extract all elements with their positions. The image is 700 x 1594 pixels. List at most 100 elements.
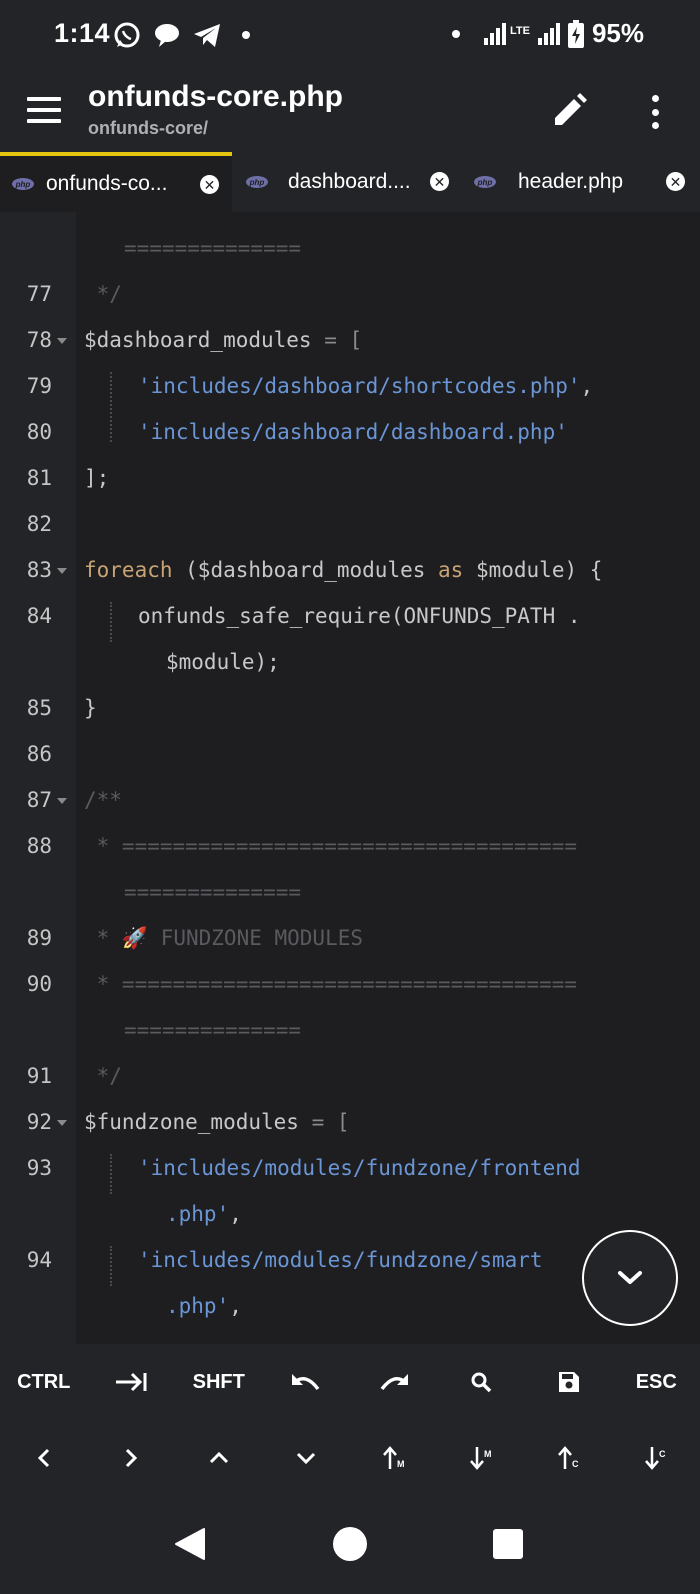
code-line: } — [84, 696, 97, 720]
code-line: .php', — [166, 1294, 242, 1318]
code-line: ============== — [124, 1018, 302, 1042]
tab-key[interactable] — [88, 1362, 176, 1402]
save-icon — [558, 1372, 579, 1392]
chevron-down-icon — [618, 1271, 642, 1284]
close-icon[interactable]: ✕ — [430, 172, 449, 191]
code-line: .php', — [166, 1202, 242, 1226]
move-up-c-key[interactable]: C — [525, 1438, 613, 1478]
tab-header[interactable]: php header.php ✕ — [462, 152, 700, 212]
code-line: ============== — [124, 236, 302, 260]
chat-icon — [155, 24, 179, 47]
status-bar: 1:14 LTE 95% — [0, 0, 700, 70]
tab-label: header.php — [518, 170, 624, 193]
code-line: foreach ($dashboard_modules as $module) … — [84, 558, 603, 582]
shift-key[interactable]: SHFT — [175, 1362, 263, 1402]
code-editor[interactable]: 77 78 79 80 81 82 83 84 85 86 87 88 89 9… — [0, 212, 700, 1344]
line-number: 88 — [26, 834, 52, 858]
telegram-icon — [194, 24, 220, 47]
back-icon[interactable] — [172, 1526, 208, 1562]
system-nav-bar — [0, 1508, 700, 1594]
indent-guide — [110, 1154, 112, 1194]
move-up-m-icon: M — [382, 1446, 404, 1469]
code-line: 'includes/modules/fundzone/frontend — [138, 1156, 581, 1180]
code-line: onfunds_safe_require(ONFUNDS_PATH . — [138, 604, 581, 628]
svg-text:C: C — [572, 1459, 579, 1469]
line-number: 83 — [26, 558, 52, 582]
fold-toggle-icon[interactable] — [57, 338, 67, 344]
move-down-c-icon: C — [645, 1447, 666, 1470]
arrow-up-key[interactable] — [175, 1438, 263, 1478]
close-icon[interactable]: ✕ — [200, 175, 219, 194]
notification-dot — [242, 31, 250, 39]
arrow-down-key[interactable] — [263, 1438, 351, 1478]
undo-key[interactable] — [263, 1362, 351, 1402]
code-line: 'includes/dashboard/dashboard.php' — [138, 420, 568, 444]
app-bar: onfunds-core.php onfunds-core/ — [0, 70, 700, 152]
tab-label: onfunds-co... — [46, 172, 168, 195]
code-line: 'includes/modules/fundzone/smart — [138, 1248, 543, 1272]
code-line: ]; — [84, 466, 110, 490]
line-number: 81 — [26, 466, 52, 490]
fold-toggle-icon[interactable] — [57, 1120, 67, 1126]
code-line: */ — [84, 282, 122, 306]
arrow-left-key[interactable] — [0, 1438, 88, 1478]
extra-keys-toolbar: CTRL SHFT ESC M M C C — [0, 1344, 700, 1508]
file-title: onfunds-core.php — [88, 80, 343, 113]
line-number: 79 — [26, 374, 52, 398]
code-line: $fundzone_modules = [ — [84, 1110, 350, 1134]
undo-icon — [292, 1374, 320, 1391]
arrow-down-icon — [297, 1452, 316, 1465]
file-tabs: php onfunds-co... ✕ php dashboard.... ✕ … — [0, 152, 700, 212]
file-path: onfunds-core/ — [88, 118, 208, 138]
move-up-m-key[interactable]: M — [350, 1438, 438, 1478]
svg-text:C: C — [659, 1449, 666, 1459]
move-down-m-key[interactable]: M — [438, 1438, 526, 1478]
php-file-icon: php — [12, 178, 34, 190]
fold-toggle-icon[interactable] — [57, 798, 67, 804]
scroll-down-button[interactable] — [582, 1230, 678, 1326]
status-dot — [451, 29, 460, 38]
code-line: /** — [84, 788, 122, 812]
battery-charging-icon — [567, 19, 584, 48]
code-line: * ==================================== — [84, 972, 578, 996]
search-icon — [471, 1372, 492, 1393]
line-number: 85 — [26, 696, 52, 720]
code-line: * ==================================== — [84, 834, 578, 858]
arrow-right-icon — [126, 1448, 138, 1468]
menu-icon[interactable] — [27, 97, 61, 123]
close-icon[interactable]: ✕ — [666, 172, 685, 191]
line-number: 87 — [26, 788, 52, 812]
network-type: LTE — [509, 24, 530, 37]
line-number: 94 — [26, 1248, 52, 1272]
ctrl-key[interactable]: CTRL — [0, 1362, 88, 1402]
line-number: 82 — [26, 512, 52, 536]
line-number: 80 — [26, 420, 52, 444]
recents-icon[interactable] — [492, 1528, 524, 1560]
code-line: $dashboard_modules = [ — [84, 328, 363, 352]
wifi-signal-icon — [483, 22, 506, 45]
indent-guide — [110, 602, 112, 642]
line-number: 89 — [26, 926, 52, 950]
redo-key[interactable] — [350, 1362, 438, 1402]
code-line: $module); — [166, 650, 280, 674]
line-gutter: 77 78 79 80 81 82 83 84 85 86 87 88 89 9… — [0, 212, 76, 1344]
more-icon[interactable] — [640, 92, 670, 132]
php-file-icon: php — [474, 176, 496, 188]
code-line: 'includes/dashboard/shortcodes.php', — [138, 374, 594, 398]
edit-icon[interactable] — [550, 92, 588, 130]
tab-onfunds-core[interactable]: php onfunds-co... ✕ — [0, 152, 232, 212]
arrow-up-icon — [209, 1451, 228, 1464]
esc-key[interactable]: ESC — [613, 1362, 700, 1402]
arrow-right-key[interactable] — [88, 1438, 176, 1478]
lte-signal-icon — [537, 22, 560, 45]
fold-toggle-icon[interactable] — [57, 568, 67, 574]
line-number: 92 — [26, 1110, 52, 1134]
search-key[interactable] — [438, 1362, 526, 1402]
tab-label: dashboard.... — [288, 170, 411, 193]
save-key[interactable] — [525, 1362, 613, 1402]
tab-dashboard[interactable]: php dashboard.... ✕ — [232, 152, 462, 212]
code-line: ============== — [124, 880, 302, 904]
home-icon[interactable] — [332, 1526, 368, 1562]
code-line: */ — [84, 1064, 122, 1088]
move-down-c-key[interactable]: C — [613, 1438, 700, 1478]
